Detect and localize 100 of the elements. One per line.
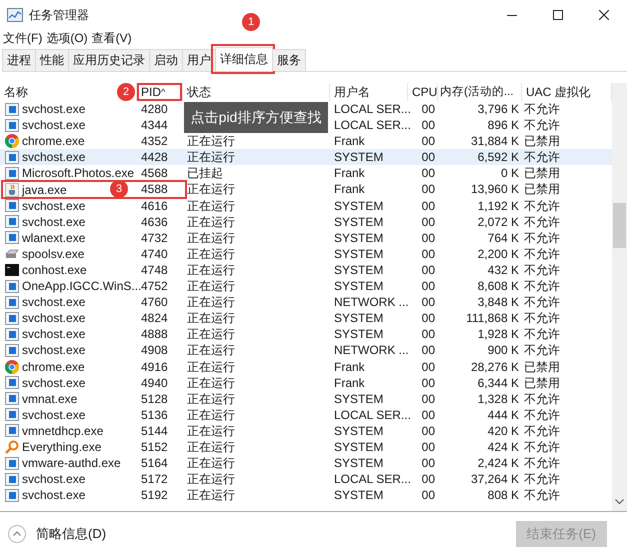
scroll-down-icon[interactable] — [615, 499, 624, 505]
table-cell-text: 00 — [420, 294, 436, 310]
table-cell-text: Frank — [333, 374, 366, 391]
column-header[interactable]: PID^ — [137, 83, 183, 101]
process-name: svchost.exe — [22, 326, 86, 342]
table-cell-text: 1,328 K — [476, 390, 520, 407]
table-cell-text: 00 — [420, 246, 436, 262]
table-cell-text: 不允许 — [523, 438, 561, 456]
tooltip: 点击pid排序方便查找 — [184, 102, 328, 133]
table-cell-text: Frank — [333, 358, 366, 375]
table-cell-text: 正在运行 — [186, 422, 236, 439]
table-cell-text: 00 — [420, 487, 436, 504]
maximize-icon[interactable] — [553, 10, 563, 20]
table-cell-text: LOCAL SER... — [333, 101, 408, 118]
table-cell-text: 正在运行 — [186, 310, 236, 326]
window-icon — [5, 312, 19, 325]
table-cell-text: 不允许 — [523, 471, 561, 488]
table-cell-text: 3,796 K — [476, 101, 520, 118]
column-header[interactable]: 状态 — [183, 83, 330, 101]
process-name: svchost.exe — [22, 310, 86, 326]
table-cell-text: 5128 — [140, 390, 169, 407]
window-icon — [5, 472, 19, 486]
table-cell-text: 不允许 — [523, 262, 561, 278]
cup-icon — [5, 182, 19, 197]
table-cell-text: 正在运行 — [186, 133, 236, 150]
window-icon — [5, 328, 19, 341]
menu-item[interactable]: 查看(V) — [92, 30, 132, 47]
process-name: vmnetdhcp.exe — [22, 422, 104, 439]
fewer-details-link[interactable]: 简略信息(D) — [36, 525, 106, 543]
process-name: wlanext.exe — [22, 230, 86, 246]
collapse-icon[interactable] — [8, 525, 26, 543]
table-cell-text: 正在运行 — [186, 181, 236, 198]
table-cell-text: SYSTEM — [333, 198, 384, 214]
menu-item[interactable]: 文件(F) — [3, 30, 42, 47]
process-name: svchost.exe — [22, 149, 86, 166]
table-cell-text: 00 — [420, 101, 436, 118]
table-cell-text: 5172 — [140, 471, 169, 488]
window-icon — [5, 344, 19, 357]
table-cell-text: SYSTEM — [333, 390, 384, 407]
window-icon — [5, 392, 19, 406]
step-badge: 2 — [117, 83, 135, 101]
table-cell-text: 4748 — [140, 262, 169, 278]
table-cell-text: 正在运行 — [186, 326, 236, 342]
table-cell-text: 不允许 — [523, 487, 561, 504]
table-cell-text: 正在运行 — [186, 358, 236, 375]
table-cell-text: 444 K — [486, 406, 520, 423]
table-cell-text: 正在运行 — [186, 471, 236, 488]
table-cell-text: 420 K — [486, 422, 520, 439]
table-cell-text: SYSTEM — [333, 230, 384, 246]
window-icon — [5, 488, 19, 502]
table-cell-text: 不允许 — [523, 390, 561, 407]
column-header[interactable]: 用户名 — [330, 83, 408, 101]
table-cell-text: 不允许 — [523, 230, 561, 246]
table-cell-text: 00 — [420, 326, 436, 342]
table-cell-text: 正在运行 — [186, 198, 236, 214]
step-badge: 3 — [110, 180, 128, 198]
table-cell-text: 不允许 — [523, 406, 561, 423]
tab[interactable]: 进程 — [2, 49, 36, 71]
minimize-icon[interactable] — [507, 14, 517, 16]
window-title: 任务管理器 — [29, 6, 89, 24]
scrollbar[interactable] — [612, 83, 627, 511]
table-cell-text: 不允许 — [523, 294, 561, 310]
table-cell-text: 4940 — [140, 374, 169, 391]
column-header[interactable]: 内存(活动的... — [438, 83, 522, 101]
column-header[interactable]: CPU — [408, 83, 438, 101]
process-name: svchost.exe — [22, 487, 86, 504]
table-cell-text: SYSTEM — [333, 438, 384, 456]
table-cell-text: 1,192 K — [476, 198, 520, 214]
tab[interactable]: 用户 — [182, 49, 216, 71]
tab[interactable]: 应用历史记录 — [68, 49, 150, 71]
table-cell-text: 正在运行 — [186, 214, 236, 230]
table-cell-text: 2,200 K — [476, 246, 520, 262]
menu-item[interactable]: 选项(O) — [46, 30, 88, 47]
scrollbar-thumb[interactable] — [613, 203, 626, 248]
table-cell-text: 00 — [420, 165, 436, 182]
table-cell-text: 4916 — [140, 358, 169, 375]
table-cell-text: 不允许 — [523, 422, 561, 439]
table-cell-text: 不允许 — [523, 149, 561, 166]
process-name: svchost.exe — [22, 471, 86, 488]
table-cell-text: 896 K — [486, 117, 520, 134]
tab[interactable]: 性能 — [35, 49, 69, 71]
app-icon — [7, 8, 23, 22]
table-cell-text: 正在运行 — [186, 390, 236, 407]
process-name: svchost.exe — [22, 342, 86, 358]
tab[interactable]: 启动 — [149, 49, 183, 71]
table-cell-text: 5136 — [140, 406, 169, 423]
table-cell-text: 00 — [420, 181, 436, 198]
table-cell-text: 正在运行 — [186, 374, 236, 391]
window-icon — [5, 150, 19, 164]
table-cell-text: 00 — [420, 149, 436, 166]
tab[interactable]: 服务 — [272, 49, 306, 71]
table-cell-text: 正在运行 — [186, 230, 236, 246]
process-name: vmware-authd.exe — [22, 455, 121, 472]
table-cell-text: 764 K — [486, 230, 520, 246]
table-cell-text: Frank — [333, 165, 366, 182]
table-cell-text: 不允许 — [523, 117, 561, 134]
magnifier-icon — [5, 440, 19, 454]
window-icon — [5, 231, 19, 244]
table-cell-text: 900 K — [486, 342, 520, 358]
close-icon[interactable] — [599, 10, 609, 20]
